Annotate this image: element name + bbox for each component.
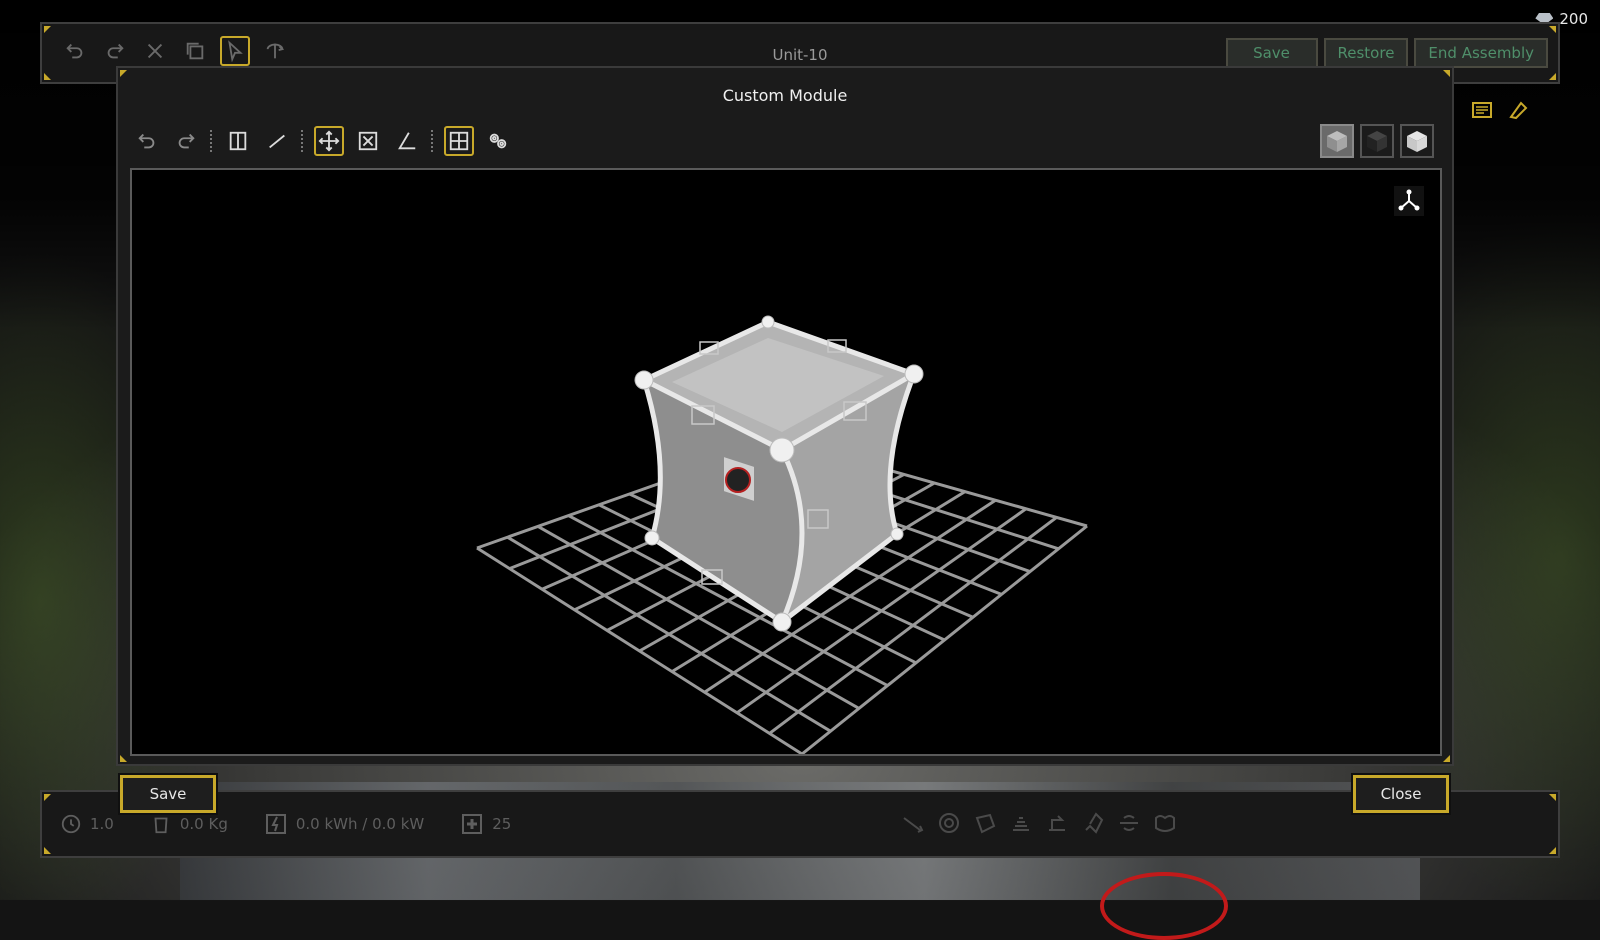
angle-icon[interactable] (392, 126, 422, 156)
scale-icon[interactable] (353, 126, 383, 156)
cargo-icon[interactable] (1152, 810, 1178, 836)
time-stat: 1.0 (60, 813, 114, 835)
side-tools (1470, 98, 1530, 122)
render-mode-group (1320, 124, 1434, 158)
render-dark-button[interactable] (1360, 124, 1394, 158)
mass-stat: 0.0 Kg (150, 813, 228, 835)
blueprint-icon[interactable] (1470, 98, 1494, 122)
module-preview (132, 170, 1440, 754)
redo-icon[interactable] (171, 126, 201, 156)
end-assembly-button[interactable]: End Assembly (1414, 38, 1548, 68)
mount-icon[interactable] (1044, 810, 1070, 836)
render-shaded-button[interactable] (1320, 124, 1354, 158)
module-save-button[interactable]: Save (120, 775, 216, 813)
time-value: 1.0 (90, 815, 114, 833)
dialog-title: Custom Module (118, 86, 1452, 105)
module-toolbar (132, 126, 513, 156)
weight-icon (150, 813, 172, 835)
status-bar: 1.0 0.0 Kg 0.0 kWh / 0.0 kW 25 (40, 790, 1560, 858)
close-button[interactable]: Close (1353, 775, 1449, 813)
link-icon[interactable] (483, 126, 513, 156)
undo-icon[interactable] (132, 126, 162, 156)
health-icon (460, 812, 484, 836)
shaded-cube-icon (1324, 128, 1350, 154)
armor-icon[interactable] (972, 810, 998, 836)
energy-stat: 0.0 kWh / 0.0 kW (264, 812, 424, 836)
resource-amount: 200 (1559, 10, 1588, 28)
dark-cube-icon (1364, 128, 1390, 154)
tire-icon[interactable] (936, 810, 962, 836)
view-axes-button[interactable] (1394, 186, 1424, 216)
wrench-icon[interactable] (900, 810, 926, 836)
energy-icon (264, 812, 288, 836)
render-light-button[interactable] (1400, 124, 1434, 158)
custom-module-dialog: Custom Module (116, 66, 1454, 766)
axes-icon (1397, 189, 1421, 213)
line-icon[interactable] (262, 126, 292, 156)
assembly-save-button[interactable]: Save (1226, 38, 1318, 68)
mass-value: 0.0 Kg (180, 815, 228, 833)
health-stat: 25 (460, 812, 511, 836)
category-icons (900, 810, 1178, 836)
custom-module-shape (635, 316, 923, 631)
mirror-icon[interactable] (223, 126, 253, 156)
tool-icon[interactable] (1080, 810, 1106, 836)
stack-icon[interactable] (1008, 810, 1034, 836)
health-value: 25 (492, 815, 511, 833)
light-cube-icon (1404, 128, 1430, 154)
clock-icon (60, 813, 82, 835)
paint-icon[interactable] (1506, 98, 1530, 122)
energy-value: 0.0 kWh / 0.0 kW (296, 815, 424, 833)
restore-button[interactable]: Restore (1324, 38, 1409, 68)
grid-icon[interactable] (444, 126, 474, 156)
3d-viewport[interactable] (130, 168, 1442, 756)
sensor-icon[interactable] (1116, 810, 1142, 836)
move-icon[interactable] (314, 126, 344, 156)
